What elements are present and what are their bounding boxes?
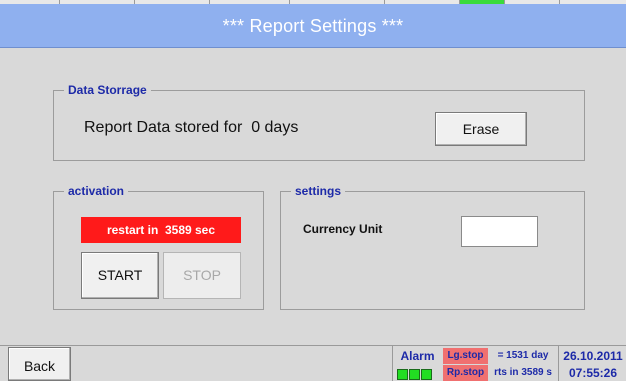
title-bar: *** Report Settings *** <box>0 4 626 48</box>
status-bar: Back Alarm Lg.stop Rp.stop = 1531 day rt… <box>0 345 626 381</box>
settings-group: settings Currency Unit <box>280 184 585 310</box>
settings-legend: settings <box>291 184 346 198</box>
erase-button[interactable]: Erase <box>435 112 527 146</box>
activation-legend: activation <box>64 184 129 198</box>
clock-panel: 26.10.2011 07:55:26 <box>558 346 626 381</box>
currency-unit-label: Currency Unit <box>303 222 383 236</box>
data-storage-group: Data Storrage Report Data stored for 0 d… <box>53 83 585 161</box>
alarm-label: Alarm <box>400 349 435 363</box>
report-storage-text: Report Data stored for 0 days <box>84 119 299 136</box>
report-stop-badge: Rp.stop <box>443 365 488 381</box>
stop-button[interactable]: STOP <box>163 252 241 299</box>
page-title: *** Report Settings *** <box>222 16 404 36</box>
alarm-led <box>409 369 420 380</box>
activation-group: activation restart in 3589 sec START STO… <box>53 184 264 310</box>
date-display: 26.10.2011 <box>563 349 623 363</box>
logger-stop-badge: Lg.stop <box>443 348 488 364</box>
currency-unit-input[interactable] <box>461 216 538 247</box>
alarm-led <box>397 369 408 380</box>
restart-countdown: restart in 3589 sec <box>81 217 241 243</box>
alarm-led <box>421 369 432 380</box>
report-restart-info: rts in 3589 s <box>494 367 552 378</box>
back-button[interactable]: Back <box>8 347 71 381</box>
time-display: 07:55:26 <box>568 366 618 380</box>
logger-duration: = 1531 day <box>497 350 549 361</box>
data-storage-legend: Data Storrage <box>64 83 151 97</box>
alarm-panel: Alarm <box>392 346 441 381</box>
start-button[interactable]: START <box>81 252 159 299</box>
